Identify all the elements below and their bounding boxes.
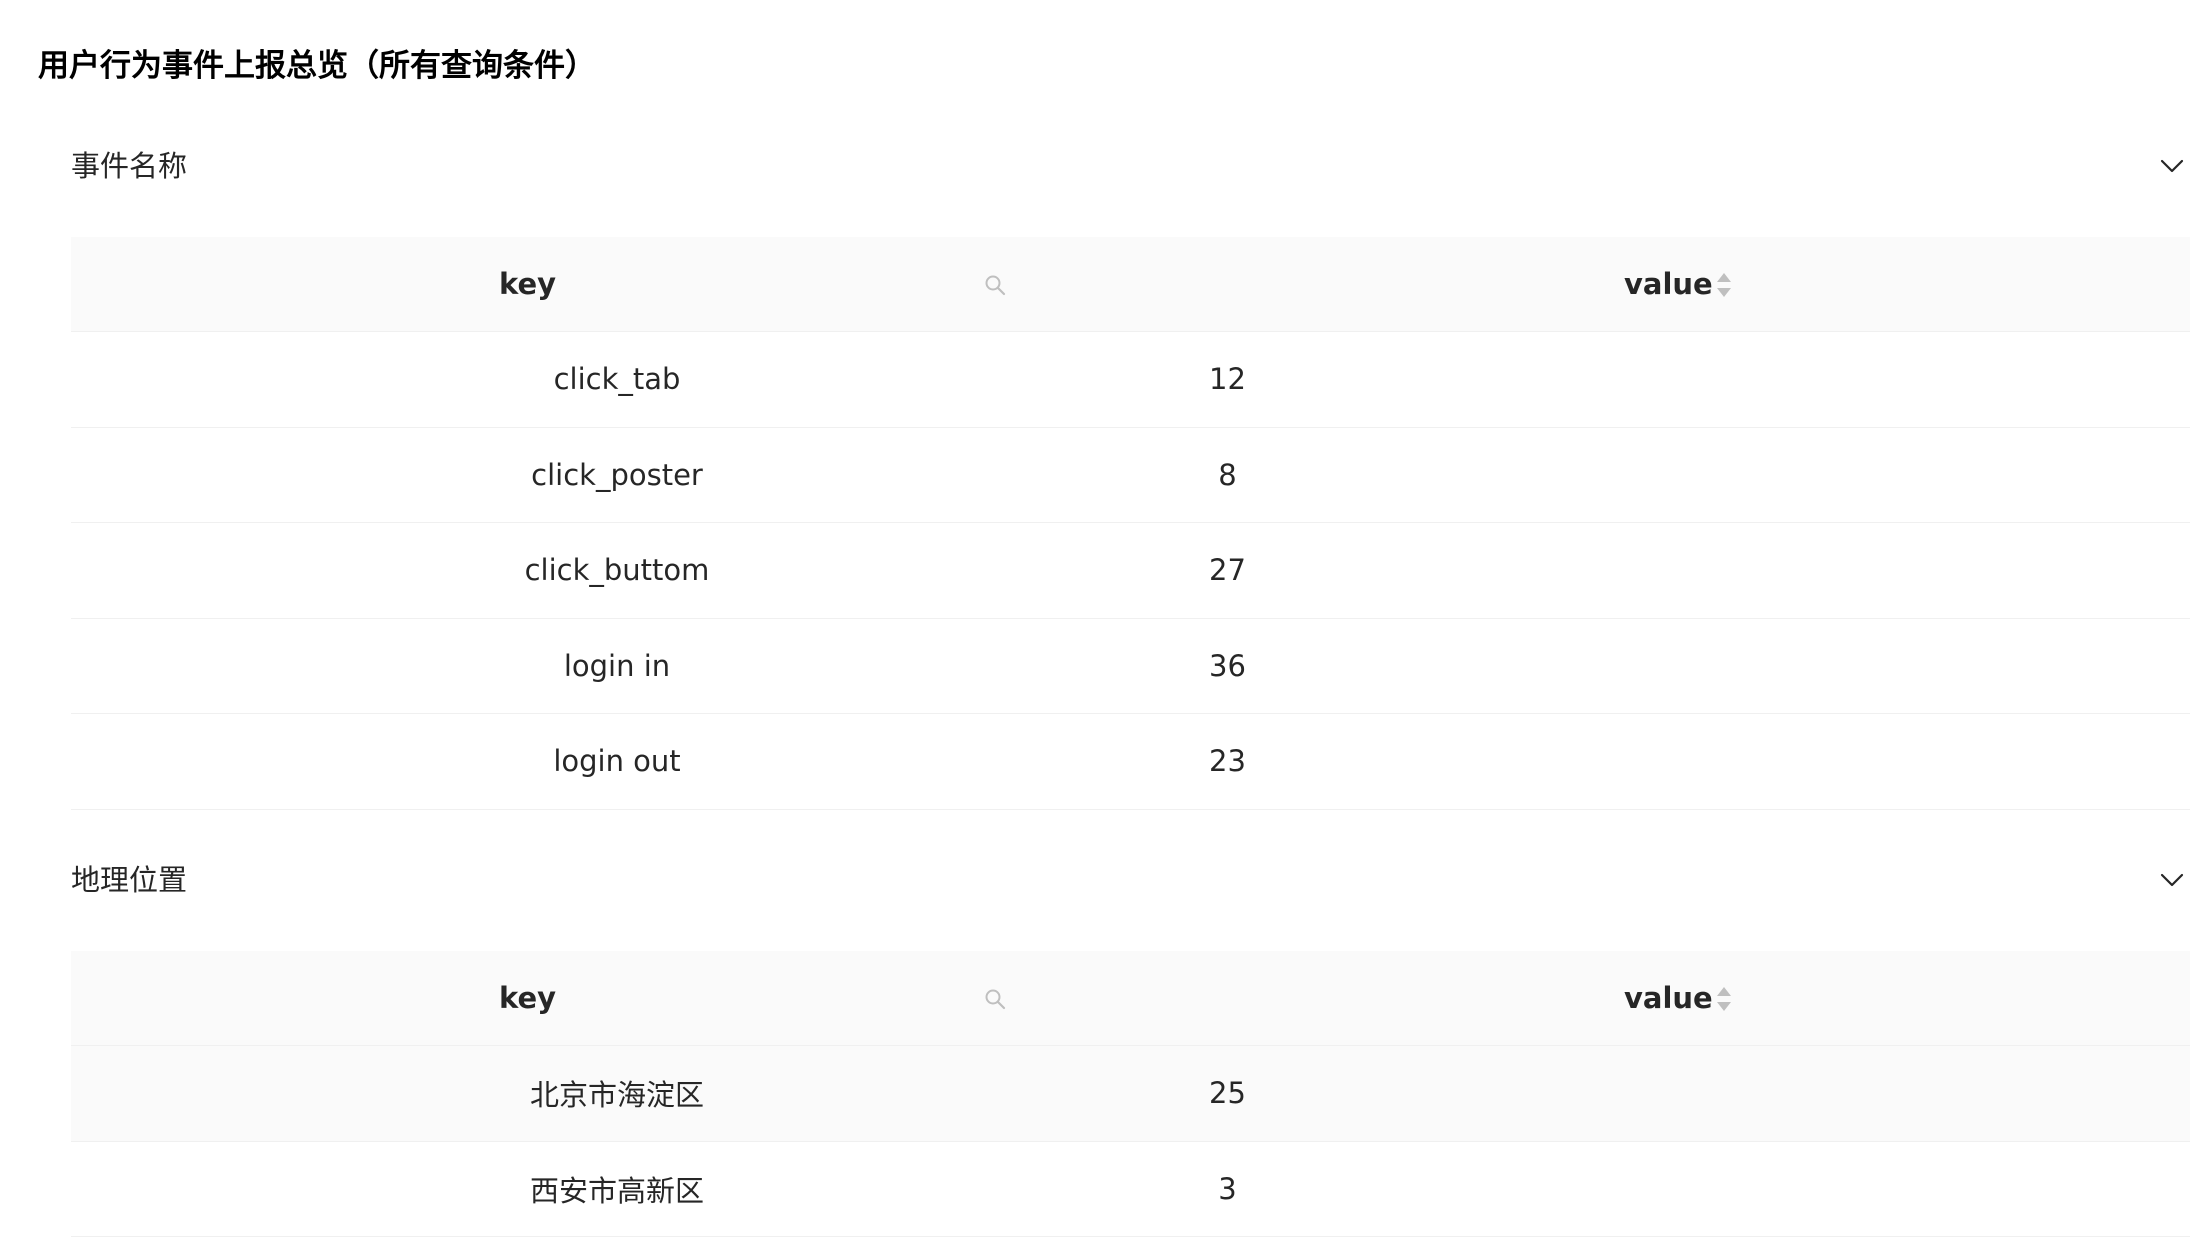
- sort-icon[interactable]: [1714, 982, 1734, 1016]
- search-icon[interactable]: [977, 981, 1013, 1017]
- table-row[interactable]: login in 36: [71, 619, 2190, 714]
- cell-value: 27: [1209, 553, 1246, 587]
- section-header[interactable]: 事件名称: [71, 126, 2190, 206]
- cell-key: 西安市高新区: [529, 1173, 704, 1208]
- cell-key: login in: [563, 648, 671, 683]
- section-header[interactable]: 地理位置: [71, 840, 2190, 920]
- column-header-key-label: key: [499, 267, 557, 301]
- cell-value: 23: [1209, 744, 1246, 778]
- column-header-value-label: value: [1624, 981, 1713, 1015]
- table-row[interactable]: 北京市海淀区 25: [71, 1046, 2190, 1142]
- table-row[interactable]: click_buttom 27: [71, 523, 2190, 619]
- section-location: 地理位置 key value 北京市海淀区 25 西安市高新区 3: [71, 840, 2190, 1256]
- column-header-key: key: [71, 237, 1039, 332]
- page-title: 用户行为事件上报总览（所有查询条件）: [38, 48, 596, 84]
- cell-key: login out: [553, 744, 681, 778]
- column-header-key-label: key: [499, 981, 557, 1015]
- column-header-value-label: value: [1624, 267, 1713, 301]
- search-icon[interactable]: [977, 267, 1013, 303]
- cell-key: click_poster: [531, 457, 703, 492]
- cell-value: 12: [1209, 362, 1246, 396]
- cell-value: 25: [1209, 1076, 1246, 1110]
- cell-value: 3: [1218, 1171, 1237, 1206]
- section-event-name: 事件名称 key value click_tab 12 click_poster…: [71, 126, 2190, 816]
- table-row[interactable]: click_tab 12: [71, 332, 2190, 428]
- table-header: key value: [71, 237, 2190, 332]
- event-name-table: key value click_tab 12 click_poster 8 cl…: [71, 237, 2190, 810]
- cell-value: 8: [1218, 457, 1237, 492]
- page: 用户行为事件上报总览（所有查询条件） 事件名称 key value click_…: [0, 0, 2202, 1256]
- table-row[interactable]: 西安市高新区 3: [71, 1142, 2190, 1237]
- column-header-key: key: [71, 951, 1039, 1046]
- table-header: key value: [71, 951, 2190, 1046]
- cell-key: click_buttom: [524, 553, 710, 587]
- chevron-down-icon[interactable]: [2154, 148, 2190, 184]
- chevron-down-icon[interactable]: [2154, 862, 2190, 898]
- section-title: 地理位置: [71, 863, 188, 897]
- column-header-value: value: [1039, 951, 2190, 1046]
- table-row[interactable]: login out 23: [71, 714, 2190, 810]
- table-row[interactable]: click_poster 8: [71, 428, 2190, 523]
- section-title: 事件名称: [71, 149, 188, 183]
- cell-key: click_tab: [553, 362, 681, 396]
- cell-key: 北京市海淀区: [529, 1078, 704, 1112]
- column-header-value: value: [1039, 237, 2190, 332]
- location-table: key value 北京市海淀区 25 西安市高新区 3: [71, 951, 2190, 1237]
- cell-value: 36: [1209, 648, 1246, 683]
- sort-icon[interactable]: [1714, 268, 1734, 302]
